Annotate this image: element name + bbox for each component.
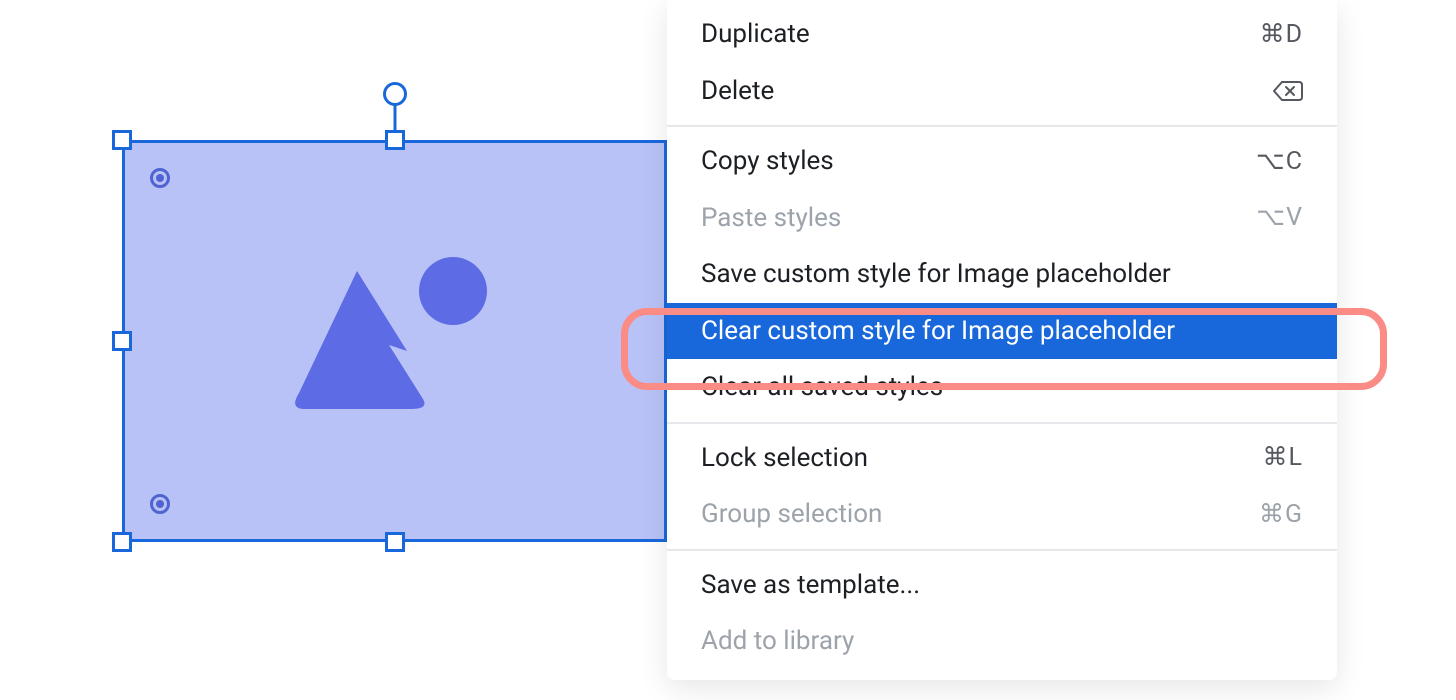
menu-item-shortcut	[1273, 80, 1303, 102]
menu-item-copy-styles[interactable]: Copy styles ⌥C	[667, 133, 1337, 190]
rotate-handle[interactable]	[383, 82, 407, 106]
menu-item-label: Clear custom style for Image placeholder	[701, 315, 1175, 348]
menu-item-label: Delete	[701, 75, 774, 108]
menu-item-label: Paste styles	[701, 202, 841, 235]
resize-handle-left[interactable]	[112, 331, 132, 351]
menu-item-label: Add to library	[701, 625, 854, 658]
resize-handle-top-left[interactable]	[112, 130, 132, 150]
menu-divider	[667, 549, 1337, 551]
resize-handle-bottom-left[interactable]	[112, 532, 132, 552]
menu-item-save-as-template[interactable]: Save as template...	[667, 557, 1337, 614]
context-menu: Duplicate ⌘D Delete Copy styles ⌥C Paste styl…	[667, 0, 1337, 680]
menu-divider	[667, 125, 1337, 127]
image-placeholder-icon	[295, 241, 495, 441]
menu-item-shortcut: ⌘L	[1263, 442, 1303, 473]
menu-item-label: Duplicate	[701, 18, 810, 51]
resize-handle-bottom[interactable]	[385, 532, 405, 552]
anchor-dot-icon	[150, 494, 170, 514]
menu-item-label: Group selection	[701, 498, 882, 531]
menu-item-shortcut: ⌘G	[1259, 499, 1303, 530]
selection-bounding-box[interactable]	[122, 140, 667, 542]
menu-item-label: Clear all saved styles	[701, 371, 943, 404]
menu-item-clear-all-styles[interactable]: Clear all saved styles	[667, 359, 1337, 416]
menu-item-paste-styles: Paste styles ⌥V	[667, 190, 1337, 247]
menu-item-label: Save as template...	[701, 569, 920, 602]
menu-item-shortcut: ⌥V	[1256, 202, 1303, 233]
menu-item-clear-custom-style[interactable]: Clear custom style for Image placeholder	[667, 303, 1337, 360]
menu-item-shortcut: ⌘D	[1260, 19, 1303, 50]
menu-item-duplicate[interactable]: Duplicate ⌘D	[667, 6, 1337, 63]
menu-item-lock-selection[interactable]: Lock selection ⌘L	[667, 430, 1337, 487]
resize-handle-top[interactable]	[385, 130, 405, 150]
menu-item-add-to-library: Add to library	[667, 613, 1337, 670]
menu-item-label: Copy styles	[701, 145, 834, 178]
anchor-dot-icon	[150, 168, 170, 188]
menu-item-label: Save custom style for Image placeholder	[701, 258, 1171, 291]
menu-item-delete[interactable]: Delete	[667, 63, 1337, 120]
menu-item-shortcut: ⌥C	[1256, 146, 1303, 177]
delete-key-icon	[1273, 80, 1303, 102]
menu-item-group-selection: Group selection ⌘G	[667, 486, 1337, 543]
image-placeholder[interactable]	[122, 140, 667, 542]
menu-divider	[667, 422, 1337, 424]
menu-item-label: Lock selection	[701, 442, 868, 475]
menu-item-save-custom-style[interactable]: Save custom style for Image placeholder	[667, 246, 1337, 303]
